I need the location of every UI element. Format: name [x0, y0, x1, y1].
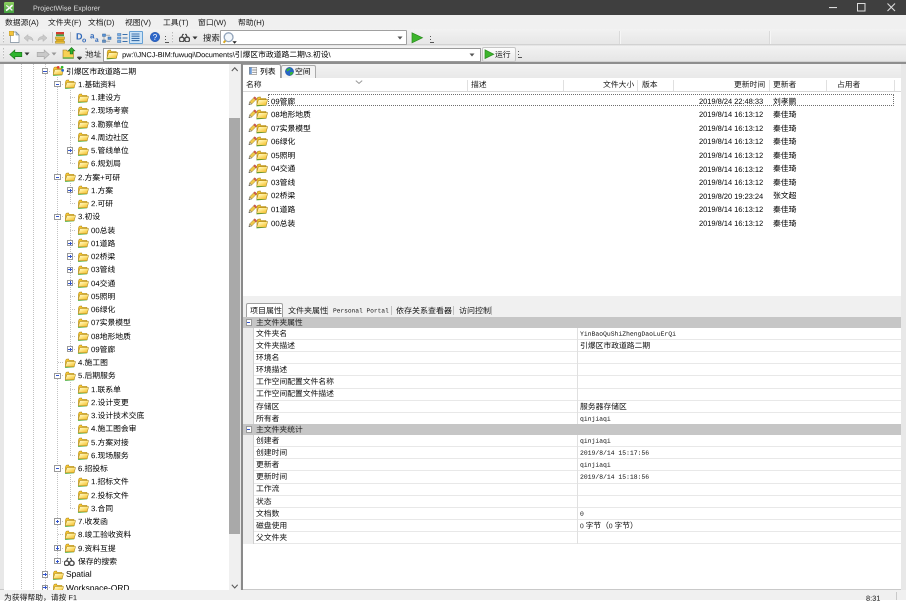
svg-text:?: ?: [152, 32, 157, 41]
